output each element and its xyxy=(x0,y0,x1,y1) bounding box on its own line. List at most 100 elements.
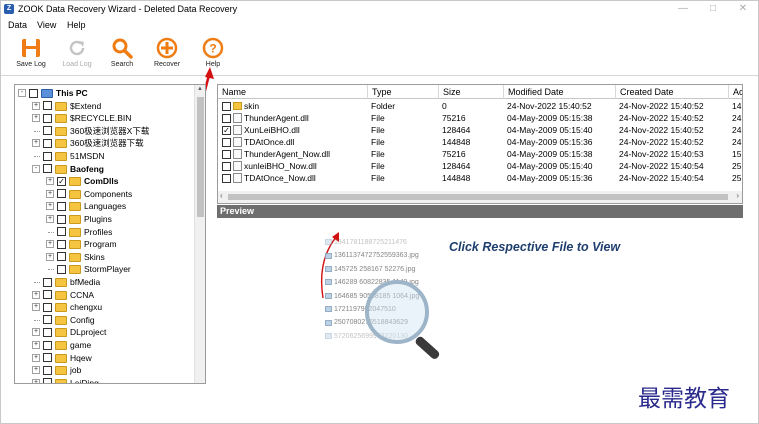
tree-checkbox[interactable] xyxy=(57,201,66,211)
column-name[interactable]: Name xyxy=(218,85,368,99)
load-log-button[interactable]: Load Log xyxy=(57,36,97,74)
tree-checkbox[interactable] xyxy=(43,151,52,161)
tree-checkbox[interactable] xyxy=(43,101,52,111)
tree-checkbox[interactable]: ✓ xyxy=(57,176,66,186)
tree-checkbox[interactable] xyxy=(43,164,52,174)
minimize-icon[interactable]: — xyxy=(668,2,698,16)
tree-checkbox[interactable] xyxy=(43,378,52,383)
close-icon[interactable]: ✕ xyxy=(728,2,758,16)
column-size[interactable]: Size xyxy=(439,85,504,99)
tree-checkbox[interactable] xyxy=(43,277,52,287)
tree-checkbox[interactable] xyxy=(43,365,52,375)
save-log-icon xyxy=(22,39,40,57)
menu-view[interactable]: View xyxy=(37,20,56,30)
tree-checkbox[interactable] xyxy=(43,315,52,325)
scroll-left-icon[interactable]: ‹ xyxy=(220,191,223,200)
folder-icon xyxy=(55,378,67,383)
search-icon xyxy=(112,38,133,59)
menu-data[interactable]: Data xyxy=(8,20,27,30)
file-checkbox[interactable] xyxy=(222,101,231,111)
window-title: ZOOK Data Recovery Wizard - Deleted Data… xyxy=(18,4,238,14)
collapse-icon[interactable]: - xyxy=(18,89,26,97)
file-type-cell: File xyxy=(371,161,385,171)
expand-icon[interactable]: + xyxy=(32,303,40,312)
tree-item-label: $Extend xyxy=(70,100,102,111)
collapse-icon[interactable]: - xyxy=(32,164,40,173)
file-checkbox[interactable] xyxy=(222,173,231,183)
tree-checkbox[interactable] xyxy=(43,327,52,337)
file-modified-cell: 04-May-2009 05:15:38 xyxy=(507,149,593,159)
tree-checkbox[interactable] xyxy=(57,252,66,262)
tree-scroll-thumb[interactable] xyxy=(197,97,204,217)
maximize-icon[interactable]: □ xyxy=(698,2,728,16)
expand-icon[interactable]: + xyxy=(32,378,40,383)
file-row[interactable]: ThunderAgent_Now.dll File 75216 04-May-2009… xyxy=(218,148,742,160)
expand-icon[interactable]: + xyxy=(32,139,40,148)
file-row[interactable]: TDAtOnce.dll File 144848 04-May-2009 05:15:… xyxy=(218,136,742,148)
file-created-cell: 24-Nov-2022 15:40:52 xyxy=(619,137,704,147)
toolbar: Save Log Load Log Search Recover ? Help xyxy=(1,32,758,76)
file-checkbox[interactable] xyxy=(222,113,231,123)
scroll-up-icon[interactable]: ▲ xyxy=(197,86,203,92)
expand-icon[interactable]: + xyxy=(46,215,54,223)
tree-checkbox[interactable] xyxy=(57,227,66,237)
tree-item-label: 360极速浏览器下载 xyxy=(70,138,144,149)
scroll-right-icon[interactable]: › xyxy=(736,191,739,200)
tree-checkbox[interactable] xyxy=(43,340,52,350)
file-row[interactable]: TDAtOnce_Now.dll File 144848 04-May-2009 05… xyxy=(218,172,742,184)
expand-icon[interactable]: + xyxy=(46,189,54,198)
column-accessed[interactable]: Ac xyxy=(729,85,742,99)
tree-checkbox[interactable] xyxy=(43,290,52,300)
tree-checkbox[interactable] xyxy=(57,189,66,199)
expand-icon[interactable]: + xyxy=(46,177,54,186)
tree-checkbox[interactable] xyxy=(43,126,52,136)
expand-icon[interactable]: + xyxy=(46,202,54,211)
tree-connector xyxy=(34,130,40,132)
tree-checkbox[interactable] xyxy=(43,113,52,123)
file-list-scroll-thumb[interactable] xyxy=(228,194,728,200)
expand-icon[interactable]: + xyxy=(46,240,54,249)
file-row[interactable]: ThunderAgent.dll File 75216 04-May-2009 05:… xyxy=(218,112,742,124)
file-list-hscrollbar[interactable]: ‹ › xyxy=(218,191,742,203)
recover-button[interactable]: Recover xyxy=(147,36,187,74)
file-checkbox[interactable] xyxy=(222,137,231,147)
tree-checkbox[interactable] xyxy=(43,138,52,148)
tree-checkbox[interactable] xyxy=(57,264,66,274)
file-row[interactable]: ✓ XunLeiBHO.dll File 128464 04-May-2009 05:1… xyxy=(218,124,742,136)
file-checkbox[interactable] xyxy=(222,149,231,159)
tree-item-label: This PC xyxy=(56,88,88,98)
file-icon xyxy=(233,113,242,123)
file-name-cell: xunleiBHO_Now.dll xyxy=(244,161,317,171)
file-ac-cell: 25 xyxy=(732,161,742,171)
tree-connector xyxy=(34,156,40,157)
expand-icon[interactable]: + xyxy=(32,114,40,123)
expand-icon[interactable]: + xyxy=(32,101,40,110)
save-log-button[interactable]: Save Log xyxy=(11,36,51,74)
load-log-icon xyxy=(69,40,85,56)
column-created-date[interactable]: Created Date xyxy=(616,85,729,99)
file-created-cell: 24-Nov-2022 15:40:52 xyxy=(619,113,704,123)
tree-checkbox[interactable] xyxy=(57,239,66,249)
file-row[interactable]: xunleiBHO_Now.dll File 128464 04-May-2009 0… xyxy=(218,160,742,172)
expand-icon[interactable]: + xyxy=(32,353,40,362)
file-type-cell: File xyxy=(371,173,385,183)
expand-icon[interactable]: + xyxy=(32,341,40,349)
tree-checkbox[interactable] xyxy=(43,302,52,312)
file-checkbox[interactable]: ✓ xyxy=(222,125,231,135)
expand-icon[interactable]: + xyxy=(32,366,40,375)
file-checkbox[interactable] xyxy=(222,161,231,171)
file-list-header: Name Type Size Modified Date Created Dat… xyxy=(218,85,742,99)
tree-checkbox[interactable] xyxy=(57,214,66,224)
tree-checkbox[interactable] xyxy=(29,88,38,98)
column-type[interactable]: Type xyxy=(368,85,439,99)
column-modified-date[interactable]: Modified Date xyxy=(504,85,616,99)
folder-icon xyxy=(69,240,81,250)
expand-icon[interactable]: + xyxy=(32,290,40,299)
tree-checkbox[interactable] xyxy=(43,353,52,363)
search-button[interactable]: Search xyxy=(102,36,142,74)
tree-scrollbar[interactable]: ▲ xyxy=(194,85,205,383)
expand-icon[interactable]: + xyxy=(32,328,40,337)
file-row[interactable]: skin Folder 0 24-Nov-2022 15:40:52 24-Nov-20… xyxy=(218,100,742,112)
expand-icon[interactable]: + xyxy=(46,252,54,261)
menu-help[interactable]: Help xyxy=(67,20,86,30)
